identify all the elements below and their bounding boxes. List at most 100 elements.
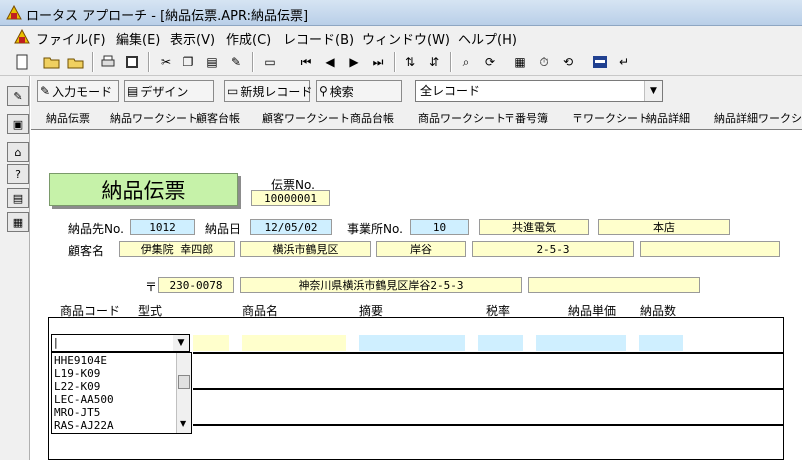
database-icon[interactable]: ▤ [7, 188, 29, 208]
row-tax-rate-field[interactable] [478, 335, 523, 351]
row-product-name-field[interactable] [242, 335, 346, 351]
list-scrollbar[interactable]: ▼ [176, 353, 191, 433]
menu-record[interactable]: レコード(B) [283, 29, 354, 48]
customer-no-field[interactable]: 1012 [130, 219, 195, 235]
view-select[interactable]: 全レコード [415, 80, 663, 102]
toolbar-separator [252, 52, 254, 72]
company-field[interactable]: 共進電気 [479, 219, 589, 235]
postal-mark: 〒 [145, 280, 158, 294]
toolbar-separator [394, 52, 396, 72]
previous-record-icon[interactable]: ◀ [320, 52, 340, 72]
postal-code-field[interactable]: 230-0078 [158, 277, 234, 293]
address-extra-field[interactable] [528, 277, 700, 293]
tab-delivery-detail[interactable]: 納品詳細 [646, 110, 690, 126]
new-record-button[interactable]: ▭ 新規レコード [224, 80, 312, 102]
tab-postal-worksheet[interactable]: 〒ワークシート [572, 110, 649, 126]
sort-descending-icon[interactable]: ⇵ [424, 52, 444, 72]
find-icon[interactable]: ⌕ [456, 52, 476, 72]
combo-value: | [54, 336, 58, 349]
field-icon[interactable]: ▭ [260, 52, 280, 72]
address-field[interactable]: 神奈川県横浜市鶴見区岸谷2-5-3 [240, 277, 522, 293]
date-label: 納品日 [205, 222, 242, 236]
town-field[interactable]: 岸谷 [376, 241, 466, 257]
tab-postal-book[interactable]: 〒番号簿 [504, 110, 548, 126]
office-no-field[interactable]: 10 [410, 219, 469, 235]
menu-view[interactable]: 表示(V) [170, 29, 215, 48]
input-mode-icon[interactable]: ✎ [7, 86, 29, 106]
row-unit-price-field[interactable] [536, 335, 626, 351]
tab-delivery-detail-worksheet[interactable]: 納品詳細ワークシー [714, 110, 802, 126]
last-record-icon[interactable]: ⏭ [368, 52, 388, 72]
branch-field[interactable]: 本店 [598, 219, 730, 235]
design-mode-icon[interactable]: ▣ [7, 114, 29, 134]
date-field[interactable]: 12/05/02 [250, 219, 332, 235]
menu-help[interactable]: ヘルプ(H) [458, 29, 517, 48]
tab-customer-worksheet[interactable]: 顧客ワークシート [262, 110, 350, 126]
input-mode-button[interactable]: ✎ 入力モード [37, 80, 119, 102]
tab-customer-ledger[interactable]: 顧客台帳 [196, 110, 240, 126]
list-item[interactable]: RAS-AJ22A [54, 419, 114, 432]
office-no-label: 事業所No. [347, 222, 403, 236]
new-file-icon[interactable] [12, 52, 32, 72]
list-item[interactable]: L19-K09 [54, 367, 100, 380]
toolbar-separator [148, 52, 150, 72]
print-icon[interactable] [98, 52, 118, 72]
calendar-icon[interactable]: ▦ [510, 52, 530, 72]
sort-ascending-icon[interactable]: ⇅ [400, 52, 420, 72]
list-item[interactable]: L22-K09 [54, 380, 100, 393]
search-button[interactable]: ⚲ 検索 [316, 80, 402, 102]
open-folder-icon[interactable] [42, 52, 62, 72]
preview-icon[interactable] [122, 52, 142, 72]
grid-row-divider [193, 388, 784, 390]
grid-row-divider [193, 424, 784, 426]
cut-icon[interactable]: ✂ [156, 52, 176, 72]
tab-delivery-worksheet[interactable]: 納品ワークシート [110, 110, 198, 126]
customer-no-label: 納品先No. [68, 222, 124, 236]
spellcheck-icon[interactable] [590, 52, 610, 72]
city-field[interactable]: 横浜市鶴見区 [240, 241, 371, 257]
menu-file[interactable]: ファイル(F) [36, 29, 106, 48]
scroll-down-icon[interactable]: ▼ [180, 419, 186, 428]
row-remarks-field[interactable] [359, 335, 465, 351]
menu-create[interactable]: 作成(C) [226, 29, 271, 48]
copy-icon[interactable]: ❐ [178, 52, 198, 72]
product-code-combo[interactable]: | [51, 334, 190, 352]
document-icon[interactable] [14, 28, 30, 45]
slip-no-field[interactable]: 10000001 [251, 190, 330, 206]
row-quantity-field[interactable] [639, 335, 683, 351]
menu-edit[interactable]: 編集(E) [116, 29, 160, 48]
search-icon: ⚲ [319, 84, 328, 98]
building-field[interactable] [640, 241, 780, 257]
table-icon[interactable]: ▦ [7, 212, 29, 232]
new-record-icon: ▭ [227, 84, 239, 98]
macro-icon[interactable]: ⟲ [558, 52, 578, 72]
design-button[interactable]: ▤ デザイン [124, 80, 214, 102]
toolbar-separator [92, 52, 94, 72]
block-field[interactable]: 2-5-3 [472, 241, 634, 257]
refresh-icon[interactable]: ⟳ [480, 52, 500, 72]
folder-icon[interactable] [66, 52, 86, 72]
pencil-icon: ✎ [40, 84, 51, 98]
help-icon[interactable]: ? [7, 164, 29, 184]
tab-delivery-slip[interactable]: 納品伝票 [46, 110, 90, 126]
home-icon[interactable]: ⌂ [7, 142, 29, 162]
menu-window[interactable]: ウィンドウ(W) [362, 29, 450, 48]
enter-icon[interactable]: ↵ [614, 52, 634, 72]
toolbar-separator [450, 52, 452, 72]
next-record-icon[interactable]: ▶ [344, 52, 364, 72]
tab-product-ledger[interactable]: 商品台帳 [350, 110, 394, 126]
list-item[interactable]: LEC-AA500 [54, 393, 114, 406]
row-model-field[interactable] [193, 335, 229, 351]
scrollbar-thumb[interactable] [178, 375, 190, 389]
list-item[interactable]: HHE9104E [54, 354, 107, 367]
app-icon [6, 4, 22, 21]
style-icon[interactable]: ✎ [226, 52, 246, 72]
chevron-down-icon[interactable]: ▼ [173, 335, 189, 351]
paste-icon[interactable]: ▤ [202, 52, 222, 72]
timer-icon[interactable]: ⏱ [534, 52, 554, 72]
customer-name-field[interactable]: 伊集院 幸四郎 [119, 241, 235, 257]
chevron-down-icon[interactable]: ▼ [644, 81, 662, 101]
list-item[interactable]: MRO-JT5 [54, 406, 100, 419]
tab-product-worksheet[interactable]: 商品ワークシート [418, 110, 506, 126]
first-record-icon[interactable]: ⏮ [296, 52, 316, 72]
